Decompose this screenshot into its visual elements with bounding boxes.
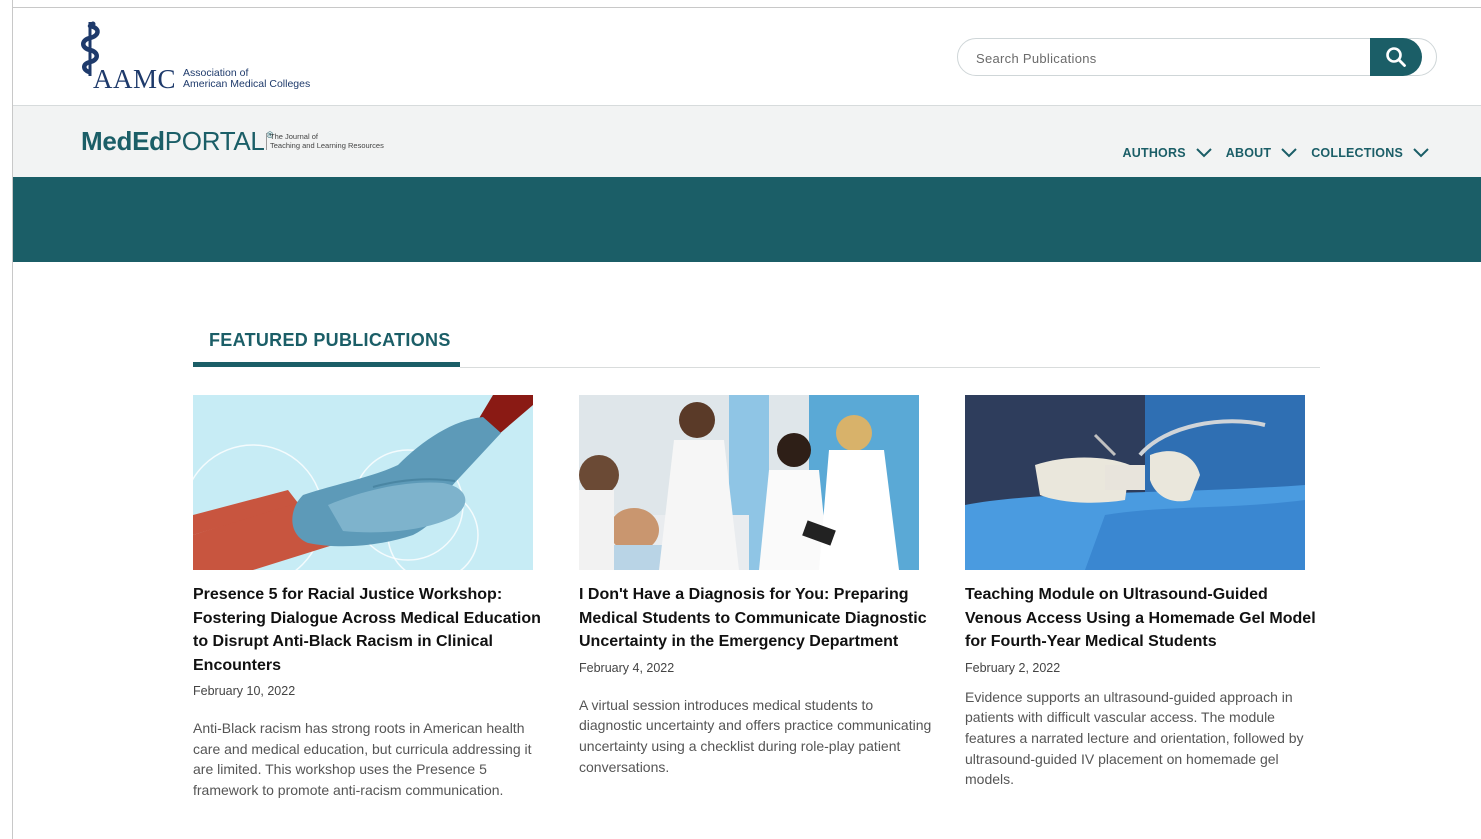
active-tab-indicator (193, 362, 460, 367)
journal-header: MedEdPORTAL ® The Journal of Teaching and… (13, 105, 1481, 177)
publication-card: Presence 5 for Racial Justice Workshop: … (193, 395, 549, 801)
aamc-subtitle-line2: American Medical Colleges (183, 78, 311, 90)
search-field (957, 38, 1437, 76)
tab-featured-publications[interactable]: FEATURED PUBLICATIONS (193, 328, 460, 368)
nav-authors-label: AUTHORS (1122, 146, 1186, 160)
aamc-subtitle: Association of American Medical Colleges (183, 68, 310, 90)
nav-collections-label: COLLECTIONS (1311, 146, 1403, 160)
search-input[interactable] (974, 39, 1378, 75)
mededportal-wordmark: MedEdPORTAL ® (81, 126, 273, 157)
aamc-wordmark: AAMC (93, 64, 177, 94)
aamc-logo[interactable]: AAMC Association of American Medical Col… (79, 20, 339, 98)
chevron-down-icon (1413, 148, 1429, 158)
card-date: February 4, 2022 (579, 660, 675, 675)
tagline-line2: Teaching and Learning Resources (270, 140, 384, 150)
card-title-link[interactable]: I Don't Have a Diagnosis for You: Prepar… (579, 583, 935, 654)
site-header: AAMC Association of American Medical Col… (13, 8, 1481, 105)
chevron-down-icon (1281, 148, 1297, 158)
nav-collections[interactable]: COLLECTIONS (1311, 146, 1429, 160)
card-image-physicians-bedside[interactable] (579, 395, 919, 570)
nav-about[interactable]: ABOUT (1226, 146, 1297, 160)
brand-light: PORTAL (164, 126, 265, 156)
section-divider (460, 367, 1320, 368)
card-description: Evidence supports an ultrasound-guided a… (965, 688, 1304, 788)
chevron-down-icon (1196, 148, 1212, 158)
card-image-gloved-hands[interactable] (193, 395, 533, 570)
card-image-ultrasound-procedure[interactable] (965, 395, 1305, 570)
nav-authors[interactable]: AUTHORS (1123, 146, 1212, 160)
card-title-link[interactable]: Presence 5 for Racial Justice Workshop: … (193, 583, 549, 677)
card-date: February 10, 2022 (193, 684, 296, 698)
publication-card: I Don't Have a Diagnosis for You: Prepar… (579, 395, 935, 777)
card-date: February 2, 2022 (965, 660, 1061, 675)
search-icon (1386, 47, 1406, 67)
main-nav: AUTHORS ABOUT COLLECTIONS (1123, 146, 1429, 160)
card-title-link[interactable]: Teaching Module on Ultrasound-Guided Ven… (965, 583, 1321, 654)
search-button[interactable] (1370, 38, 1422, 76)
card-description: A virtual session introduces medical stu… (579, 696, 932, 775)
hero-banner (13, 177, 1481, 262)
featured-heading: FEATURED PUBLICATIONS (209, 330, 451, 350)
mededportal-tagline: The Journal of Teaching and Learning Res… (266, 132, 384, 150)
publication-card: Teaching Module on Ultrasound-Guided Ven… (965, 395, 1321, 790)
brand-bold: MedEd (81, 126, 165, 156)
nav-about-label: ABOUT (1225, 146, 1272, 160)
card-description: Anti-Black racism has strong roots in Am… (193, 720, 532, 799)
